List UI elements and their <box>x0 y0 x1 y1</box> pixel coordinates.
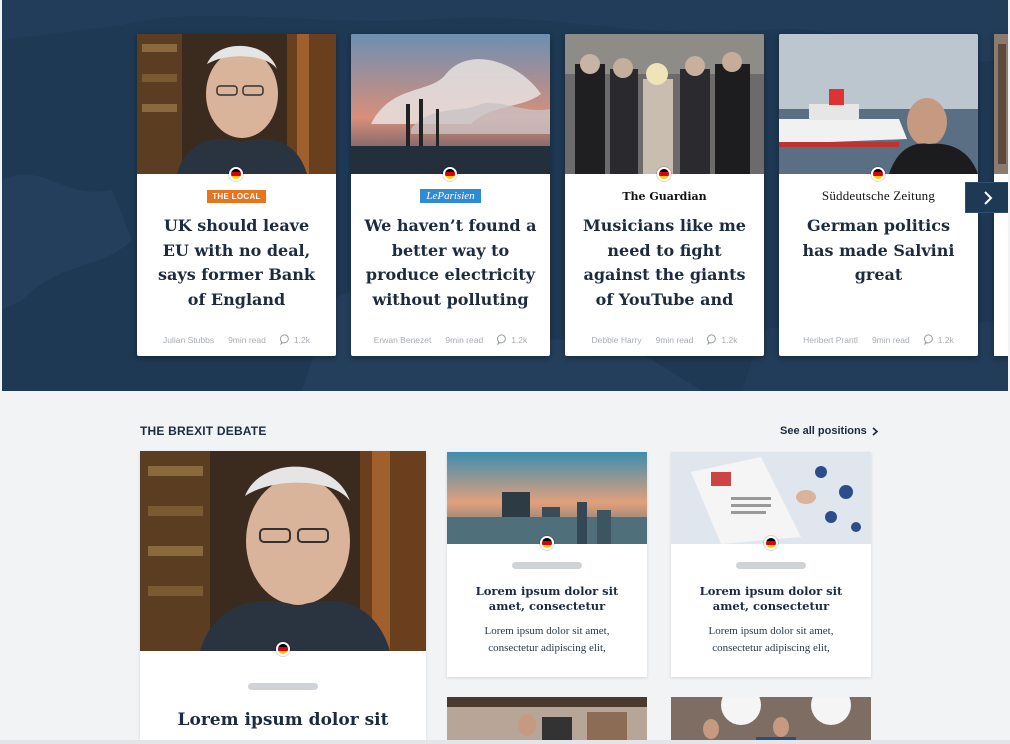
germany-flag-icon <box>540 536 554 550</box>
article-card[interactable]: Lorem ipsum dolor sit amet, consectetur … <box>671 452 871 677</box>
comment-icon <box>279 334 289 345</box>
comment-icon <box>497 334 507 345</box>
comment-count[interactable]: 1.2k <box>707 334 737 345</box>
article-title[interactable]: Lorem ipsum dolor sit amet, consectetur <box>459 584 635 614</box>
article-photo <box>351 34 550 174</box>
article-title[interactable]: Lorem ipsum dolor sit <box>150 710 416 730</box>
article-photo <box>565 34 764 174</box>
source-logo: The Guardian <box>622 189 707 203</box>
read-time: 9min read <box>228 334 266 345</box>
author: Erwan Benezet <box>373 334 432 345</box>
article-card[interactable]: Süddeutsche Zeitung German politics has … <box>779 34 978 356</box>
read-time: 9min read <box>655 334 694 345</box>
article-excerpt: Lorem ipsum dolor sit amet, consectetur … <box>708 625 834 654</box>
comment-icon <box>923 334 933 345</box>
page-bottom-edge <box>0 740 1010 744</box>
article-card[interactable]: LeParisien We haven’t found a better way… <box>351 34 550 356</box>
article-photo <box>671 452 871 544</box>
article-card[interactable] <box>447 697 647 744</box>
germany-flag-icon <box>871 167 885 181</box>
article-title[interactable]: German politics has made Salvini great <box>791 214 966 312</box>
source-logo: Süddeutsche Zeitung <box>821 188 936 203</box>
see-all-positions-link[interactable]: See all positions <box>780 425 878 437</box>
author: Heribert Prantl <box>803 334 858 345</box>
section-title: THE BREXIT DEBATE <box>140 424 267 438</box>
article-photo <box>779 34 978 174</box>
article-meta: Erwan Benezet 9min read 1.2k <box>351 334 550 345</box>
read-time: 9min read <box>871 334 910 345</box>
germany-flag-icon <box>657 167 671 181</box>
germany-flag-icon <box>443 167 457 181</box>
chevron-right-icon <box>872 426 878 436</box>
article-card[interactable]: Lorem ipsum dolor sit amet, consectetur … <box>447 452 647 677</box>
article-meta: Heribert Prantl 9min read 1.2k <box>779 334 978 345</box>
carousel-next-button[interactable] <box>965 182 1008 213</box>
article-card[interactable]: The Guardian Musicians like me need to f… <box>565 34 764 356</box>
comment-icon <box>707 334 717 345</box>
germany-flag-icon <box>229 167 243 181</box>
article-title[interactable]: We haven’t found a better way to produce… <box>363 214 538 312</box>
article-meta: Julian Stubbs 9min read 1.2k <box>137 334 336 345</box>
comment-count[interactable]: 1.2k <box>497 334 527 345</box>
source-logo: THE LOCAL <box>137 186 336 206</box>
featured-article-card[interactable]: Lorem ipsum dolor sit <box>140 451 426 744</box>
article-title[interactable]: UK should leave EU with no deal, says fo… <box>149 214 324 312</box>
article-photo <box>671 697 871 744</box>
article-card[interactable]: THE LOCAL UK should leave EU with no dea… <box>137 34 336 356</box>
read-time: 9min read <box>445 334 484 345</box>
article-photo <box>140 451 426 651</box>
germany-flag-icon <box>764 536 778 550</box>
source-placeholder <box>736 562 806 569</box>
article-card[interactable] <box>671 697 871 744</box>
article-meta: Debbie Harry 9min read 1.2k <box>565 334 764 345</box>
germany-flag-icon <box>276 642 290 656</box>
article-photo <box>447 452 647 544</box>
article-photo <box>137 34 336 174</box>
article-title[interactable]: Musicians like me need to fight against … <box>577 214 752 312</box>
source-placeholder <box>512 562 582 569</box>
comment-count[interactable]: 1.2k <box>279 334 310 345</box>
hero-carousel: THE LOCAL UK should leave EU with no dea… <box>2 0 1008 391</box>
article-title[interactable]: Lorem ipsum dolor sit amet, consectetur <box>683 584 859 614</box>
comment-count[interactable]: 1.2k <box>923 334 954 345</box>
source-placeholder <box>248 683 318 690</box>
author: Debbie Harry <box>591 334 642 345</box>
article-photo <box>447 697 647 744</box>
article-excerpt: Lorem ipsum dolor sit amet, consectetur … <box>484 625 610 654</box>
author: Julian Stubbs <box>163 334 215 345</box>
source-logo: LeParisien <box>351 186 550 206</box>
chevron-right-icon <box>983 190 992 205</box>
